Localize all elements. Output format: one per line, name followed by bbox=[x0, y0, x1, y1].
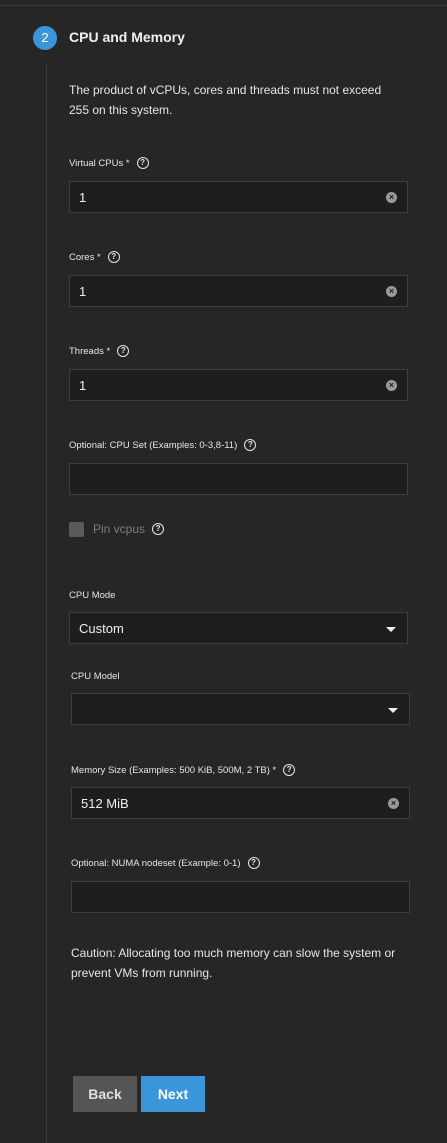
chevron-down-icon bbox=[386, 627, 396, 632]
next-button[interactable]: Next bbox=[141, 1076, 205, 1112]
cores-input[interactable]: 1 × bbox=[69, 275, 408, 307]
pin-vcpus-label-text: Pin vcpus bbox=[93, 522, 146, 536]
clear-icon[interactable]: × bbox=[386, 380, 397, 391]
clear-icon[interactable]: × bbox=[388, 798, 399, 809]
step-title: CPU and Memory bbox=[69, 29, 185, 45]
caution-text: Caution: Allocating too much memory can … bbox=[71, 946, 396, 980]
step-header[interactable]: 2 CPU and Memory bbox=[0, 6, 447, 64]
chevron-down-icon bbox=[388, 708, 398, 713]
help-icon[interactable]: ? bbox=[283, 764, 296, 776]
help-icon[interactable]: ? bbox=[247, 857, 260, 869]
cpu-model-select[interactable] bbox=[71, 693, 410, 725]
cores-label-text: Cores * bbox=[69, 251, 101, 263]
help-icon[interactable]: ? bbox=[107, 251, 120, 263]
cores-value: 1 bbox=[79, 283, 87, 299]
threads-label: Threads * ? bbox=[69, 345, 130, 357]
help-icon[interactable]: ? bbox=[136, 157, 149, 169]
cores-label: Cores * ? bbox=[69, 251, 120, 263]
memory-size-label: Memory Size (Examples: 500 KiB, 500M, 2 … bbox=[71, 764, 296, 776]
help-icon[interactable]: ? bbox=[244, 439, 257, 451]
memory-size-label-text: Memory Size (Examples: 500 KiB, 500M, 2 … bbox=[71, 764, 277, 776]
clear-icon[interactable]: × bbox=[386, 286, 397, 297]
vcpus-value: 1 bbox=[79, 189, 87, 205]
pin-vcpus-label: Pin vcpus ? bbox=[93, 522, 165, 536]
cpu-mode-value: Custom bbox=[79, 620, 124, 636]
clear-icon[interactable]: × bbox=[386, 192, 397, 203]
cpu-model-label-text: CPU Model bbox=[71, 671, 120, 682]
cpu-mode-select[interactable]: Custom bbox=[69, 612, 408, 644]
memory-size-input[interactable]: 512 MiB × bbox=[71, 787, 410, 819]
threads-value: 1 bbox=[79, 377, 87, 393]
threads-label-text: Threads * bbox=[69, 345, 111, 357]
memory-size-value: 512 MiB bbox=[81, 795, 129, 811]
help-icon[interactable]: ? bbox=[152, 523, 165, 535]
vcpus-label-text: Virtual CPUs * bbox=[69, 157, 130, 169]
numa-nodeset-label: Optional: NUMA nodeset (Example: 0-1) ? bbox=[71, 857, 260, 869]
cpu-mode-label: CPU Mode bbox=[69, 590, 115, 601]
pin-vcpus-checkbox[interactable] bbox=[69, 522, 84, 537]
threads-input[interactable]: 1 × bbox=[69, 369, 408, 401]
cpu-set-input[interactable] bbox=[69, 463, 408, 495]
help-icon[interactable]: ? bbox=[117, 345, 130, 357]
numa-nodeset-label-text: Optional: NUMA nodeset (Example: 0-1) bbox=[71, 857, 241, 869]
cpu-mode-label-text: CPU Mode bbox=[69, 590, 116, 601]
back-button[interactable]: Back bbox=[73, 1076, 137, 1112]
numa-nodeset-input[interactable] bbox=[71, 881, 410, 913]
cpu-model-label: CPU Model bbox=[71, 671, 120, 682]
cpu-set-label-text: Optional: CPU Set (Examples: 0-3,8-11) bbox=[69, 439, 238, 451]
step-number-badge: 2 bbox=[33, 26, 57, 50]
vcpus-label: Virtual CPUs * ? bbox=[69, 157, 149, 169]
vcpus-input[interactable]: 1 × bbox=[69, 181, 408, 213]
info-text: The product of vCPUs, cores and threads … bbox=[69, 83, 382, 117]
cpu-set-label: Optional: CPU Set (Examples: 0-3,8-11) ? bbox=[69, 439, 257, 451]
stepper-line bbox=[46, 64, 47, 1143]
